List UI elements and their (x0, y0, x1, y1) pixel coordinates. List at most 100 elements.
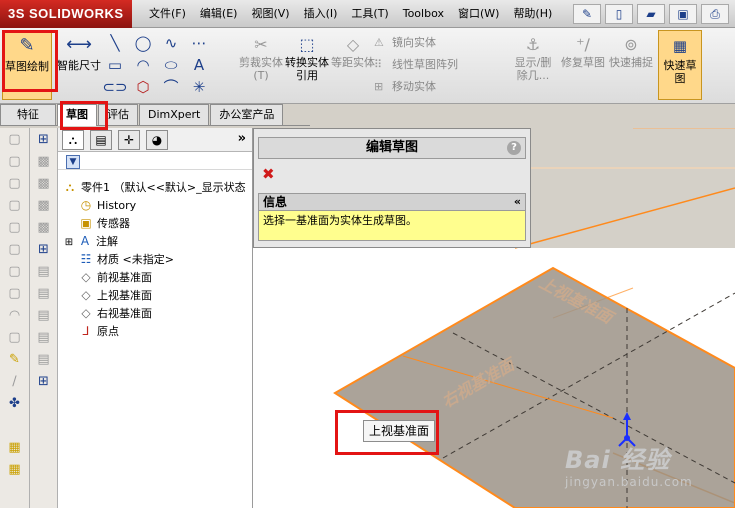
page-list-icon[interactable]: ▤ (31, 328, 57, 348)
sweep-cut-icon[interactable]: ▢ (2, 262, 28, 282)
tree-item-annotations[interactable]: ⊞ A 注解 (64, 232, 118, 250)
drawing-icon[interactable]: ▩ (31, 196, 57, 216)
command-manager: ✎ 草图绘制 ⟷ 智能尺寸 ╲ ◯ ∿ ⋯ ▭ ◠ ⬭ A ⊂⊃ ⬡ ⌒ ✳ ✂… (0, 28, 735, 104)
menu-window[interactable]: 窗口(W) (451, 0, 506, 28)
fillet-feature-icon[interactable]: ◠ (2, 306, 28, 326)
show-hide-relations-button[interactable]: ⚓ 显示/删除几... (510, 34, 556, 82)
info-section-header[interactable]: 信息 « (258, 193, 526, 211)
linear-pattern-label: 线性草图阵列 (392, 58, 458, 71)
loft-boss-icon[interactable]: ▢ (2, 196, 28, 216)
edit-sketch-icon[interactable]: ✎ (2, 350, 28, 370)
trim-entities-button[interactable]: ✂ 剪裁实体(T) (238, 34, 284, 82)
tree-item-material[interactable]: ☷ 材质 <未指定> (78, 250, 174, 268)
page-icon[interactable]: ▤ (31, 262, 57, 282)
close-icon[interactable]: ✖ (262, 165, 275, 183)
page-add-icon[interactable]: ▤ (31, 306, 57, 326)
tree-item-sensors[interactable]: ▣ 传感器 (78, 214, 130, 232)
menu-help[interactable]: 帮助(H) (506, 0, 559, 28)
menu-edit[interactable]: 编辑(E) (193, 0, 245, 28)
tree-item-top-plane[interactable]: ◇ 上视基准面 (78, 286, 152, 304)
revolve-cut-icon[interactable]: ▢ (2, 240, 28, 260)
blank-tool-slot (214, 54, 240, 76)
title-bar: 3S SOLIDWORKS 文件(F) 编辑(E) 视图(V) 插入(I) 工具… (0, 0, 735, 28)
tab-features[interactable]: 特征 (0, 104, 56, 125)
menu-insert[interactable]: 插入(I) (297, 0, 345, 28)
arc-icon[interactable]: ◠ (130, 54, 156, 76)
collapse-icon[interactable]: « (514, 194, 521, 210)
display-manager-tab-icon[interactable]: ◕ (146, 130, 168, 150)
property-manager-tab-icon[interactable]: ▤ (90, 130, 112, 150)
tree-item-right-plane[interactable]: ◇ 右视基准面 (78, 304, 152, 322)
page-copy-icon[interactable]: ▤ (31, 284, 57, 304)
point-grid-icon[interactable]: ⋯ (186, 32, 212, 54)
tree-item-label: 右视基准面 (97, 307, 152, 320)
rectangle-icon[interactable]: ▭ (102, 54, 128, 76)
revolve-boss-icon[interactable]: ▢ (2, 152, 28, 172)
sensor-icon: ▣ (80, 216, 92, 230)
sketch-shape-icon[interactable]: ✤ (2, 394, 28, 414)
menu-tools[interactable]: 工具(T) (344, 0, 395, 28)
filter-icon[interactable]: ▼ (66, 155, 80, 169)
configuration-manager-tab-icon[interactable]: ✛ (118, 130, 140, 150)
sketch-button[interactable]: ✎ 草图绘制 (2, 30, 52, 100)
tab-office-products[interactable]: 办公室产品 (210, 104, 284, 125)
centerpoint-icon[interactable]: ✳ (186, 76, 212, 98)
convert-entities-button[interactable]: ⬚ 转换实体引用 (284, 34, 330, 82)
repair-sketch-button[interactable]: ⁺∕ 修复草图 (560, 34, 606, 69)
assembly-icon[interactable]: ▩ (31, 152, 57, 172)
mirror-entities-button[interactable]: ⚠ 镜向实体 (374, 32, 458, 54)
slot-icon[interactable]: ⊂⊃ (102, 76, 128, 98)
move-icon: ⊞ (374, 80, 384, 93)
tab-sketch[interactable]: 草图 (57, 104, 97, 126)
fillet-icon[interactable]: ⌒ (158, 76, 184, 98)
ellipse-icon[interactable]: ⬭ (158, 54, 184, 76)
open-folder-icon[interactable]: ▰ (637, 4, 665, 24)
offset-entities-button[interactable]: ◇ 等距实体 (330, 34, 376, 69)
layer-icon[interactable]: ▦ (2, 438, 28, 458)
pin-icon[interactable]: ✎ (573, 4, 601, 24)
line-icon[interactable]: ╲ (102, 32, 128, 54)
spreadsheet-icon[interactable]: ⊞ (31, 372, 57, 392)
new-document-icon[interactable]: ▯ (605, 4, 633, 24)
sketch-line-icon[interactable]: ∕ (2, 372, 28, 392)
move-entities-button[interactable]: ⊞ 移动实体 (374, 76, 458, 98)
extrude-boss-icon[interactable]: ▢ (2, 130, 28, 150)
spline-icon[interactable]: ∿ (158, 32, 184, 54)
smart-dimension-button[interactable]: ⟷ 智能尺寸 (54, 30, 104, 100)
sweep-boss-icon[interactable]: ▢ (2, 174, 28, 194)
tree-root-part[interactable]: ⛬ 零件1 （默认<<默认>_显示状态 (62, 178, 246, 196)
manager-tabs: ⛬ ▤ ✛ ◕ » (58, 128, 252, 152)
linear-pattern-button[interactable]: ⠿ 线性草图阵列 (374, 54, 458, 76)
feature-manager-tree: ⛬ ▤ ✛ ◕ » ▼ ⛬ 零件1 （默认<<默认>_显示状态 ◷ History … (58, 128, 253, 508)
chamfer-feature-icon[interactable]: ▢ (2, 328, 28, 348)
grid-check-icon[interactable]: ⊞ (31, 240, 57, 260)
circle-icon[interactable]: ◯ (130, 32, 156, 54)
extrude-cut-icon[interactable]: ▢ (2, 218, 28, 238)
tab-evaluate[interactable]: 评估 (98, 104, 138, 125)
rapid-sketch-button[interactable]: ▦ 快速草图 (658, 30, 702, 100)
page-tag-icon[interactable]: ▤ (31, 350, 57, 370)
tree-root-label: 零件1 （默认<<默认>_显示状态 (81, 181, 246, 194)
polygon-icon[interactable]: ⬡ (130, 76, 156, 98)
plane-icon: ◇ (81, 270, 91, 284)
tree-item-history[interactable]: ◷ History (78, 196, 136, 214)
menu-file[interactable]: 文件(F) (142, 0, 193, 28)
print-icon[interactable]: ⎙ (701, 4, 729, 24)
tree-item-origin[interactable]: ⅃ 原点 (78, 322, 119, 340)
more-tabs-icon[interactable]: » (238, 131, 246, 146)
save-icon[interactable]: ▣ (669, 4, 697, 24)
help-icon[interactable]: ? (507, 141, 521, 155)
display-layer-icon[interactable]: ▦ (2, 460, 28, 480)
expand-plus-icon[interactable]: ⊞ (64, 234, 74, 252)
menu-toolbox[interactable]: Toolbox (396, 0, 451, 28)
table-icon[interactable]: ⊞ (31, 130, 57, 150)
menu-view[interactable]: 视图(V) (244, 0, 296, 28)
text-icon[interactable]: A (186, 54, 212, 76)
tab-dimxpert[interactable]: DimXpert (139, 104, 210, 125)
part-icon[interactable]: ▩ (31, 174, 57, 194)
quick-snaps-button[interactable]: ⊚ 快速捕捉 (608, 34, 654, 69)
loft-cut-icon[interactable]: ▢ (2, 284, 28, 304)
view-icon[interactable]: ▩ (31, 218, 57, 238)
tree-item-front-plane[interactable]: ◇ 前视基准面 (78, 268, 152, 286)
feature-manager-tab-icon[interactable]: ⛬ (62, 130, 84, 150)
